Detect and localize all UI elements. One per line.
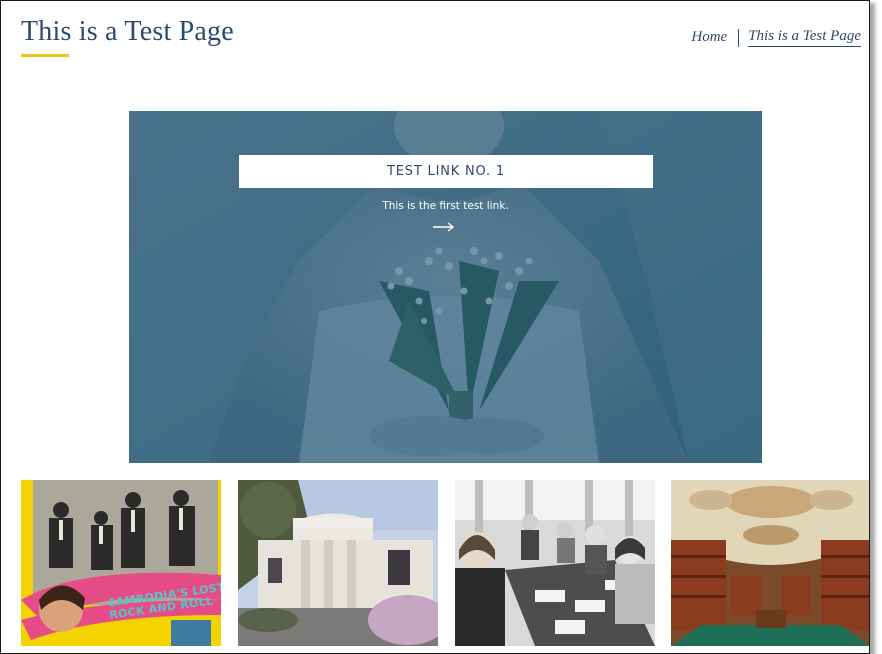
- white-house-image: [238, 480, 438, 646]
- breadcrumb-home-link[interactable]: Home: [691, 29, 727, 46]
- breadcrumb-separator: [738, 28, 740, 47]
- thumbnail-library[interactable]: [671, 480, 869, 646]
- test-link-button[interactable]: TEST LINK NO. 1: [239, 155, 653, 188]
- title-accent-bar: [21, 54, 69, 57]
- breadcrumb-current-link[interactable]: This is a Test Page: [748, 28, 861, 47]
- library-image: [671, 480, 869, 646]
- thumbnail-students[interactable]: [455, 480, 655, 646]
- arrow-right-icon[interactable]: [432, 221, 456, 233]
- breadcrumb: Home This is a Test Page: [691, 28, 861, 47]
- hero-description: This is the first test link.: [382, 200, 509, 212]
- thumbnail-white-house[interactable]: [238, 480, 438, 646]
- band-poster-image: [21, 480, 221, 646]
- page-title: This is a Test Page: [21, 16, 234, 47]
- students-image: [455, 480, 655, 646]
- thumbnail-band-poster[interactable]: CAMBODIA'S LOST ROCK AND ROLL: [21, 480, 221, 646]
- page-frame: This is a Test Page Home This is a Test …: [0, 0, 870, 654]
- hero-banner: TEST LINK NO. 1 This is the first test l…: [129, 111, 762, 463]
